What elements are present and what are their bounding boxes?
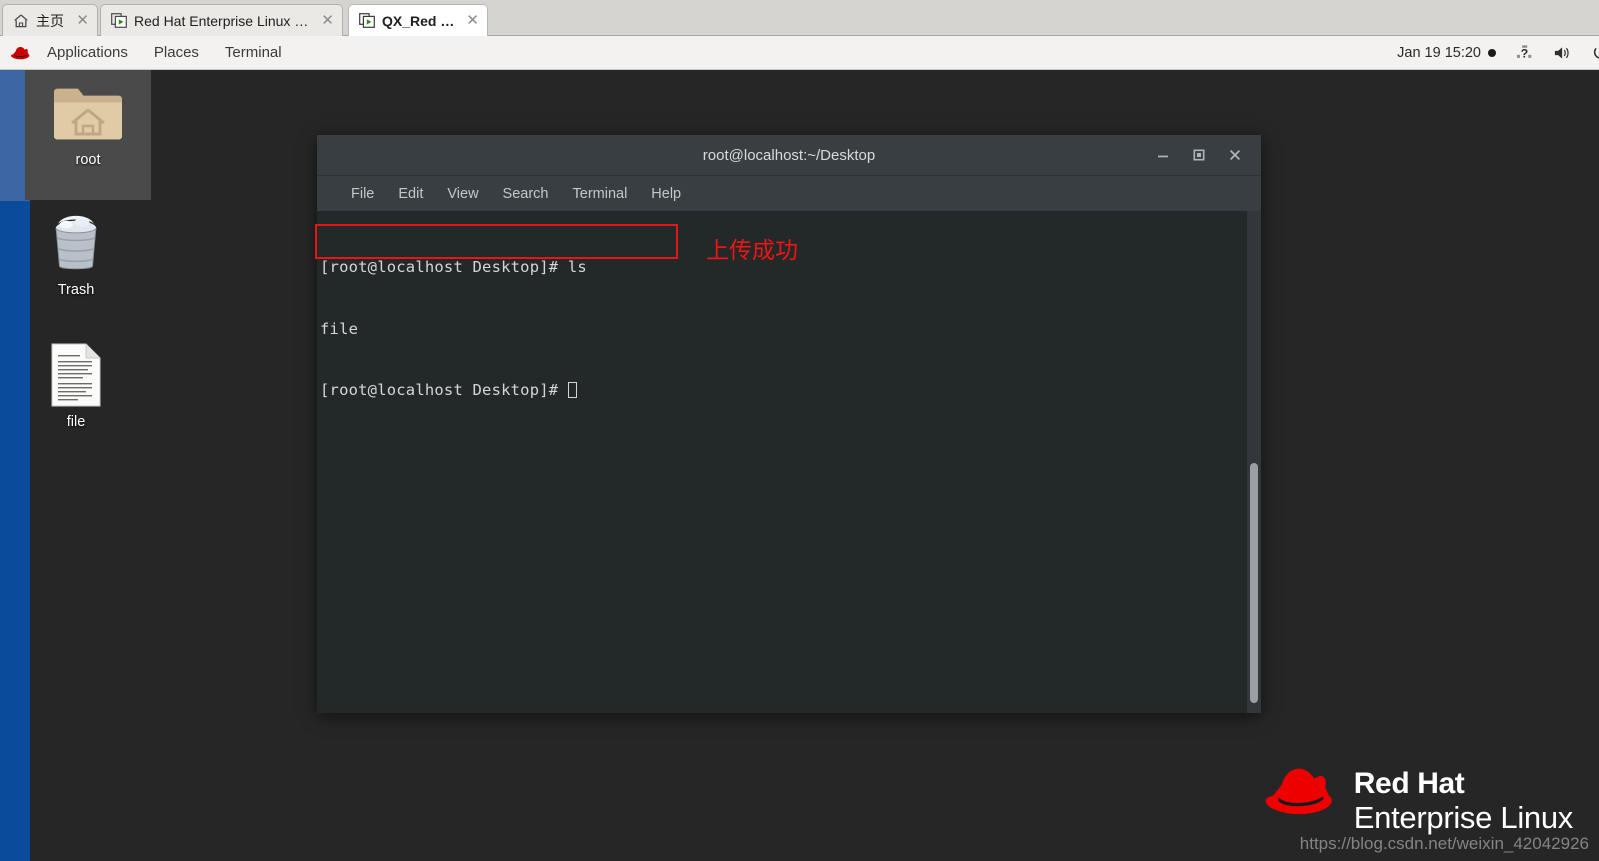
terminal-title-label: root@localhost:~/Desktop <box>702 146 876 164</box>
panel-clock[interactable]: Jan 19 15:20 <box>1387 45 1506 61</box>
screen-root: 主页 ✕ Red Hat Enterprise Linux 8 64 位 ✕ <box>0 0 1599 861</box>
terminal-cursor <box>567 382 577 398</box>
rhel-branding-text: Red Hat Enterprise Linux <box>1353 763 1574 835</box>
terminal-text: [root@localhost Desktop]# ls file [root@… <box>320 216 587 442</box>
terminal-window-controls <box>1155 147 1261 163</box>
terminal-menu-view[interactable]: View <box>435 186 490 202</box>
terminal-scrollbar-track[interactable] <box>1247 211 1261 713</box>
maximize-button[interactable] <box>1191 147 1207 163</box>
desktop-icon-label: Trash <box>57 282 95 298</box>
gnome-top-panel: Applications Places Terminal Jan 19 15:2… <box>0 36 1599 70</box>
terminal-menu-search[interactable]: Search <box>491 186 561 202</box>
panel-right-group: Jan 19 15:20 ? <box>1387 36 1599 69</box>
terminal-menu-bar: File Edit View Search Terminal Help <box>317 176 1261 212</box>
browser-tab-label: 主页 <box>36 12 64 29</box>
terminal-menu-help[interactable]: Help <box>639 186 693 202</box>
terminal-menu-file[interactable]: File <box>339 186 386 202</box>
browser-tab-label: Red Hat Enterprise Linux 8 64 位 <box>134 12 314 29</box>
terminal-scrollbar-thumb[interactable] <box>1250 463 1258 703</box>
desktop-icon-trash[interactable]: Trash <box>25 210 127 298</box>
trash-icon <box>25 210 127 276</box>
desktop-icon-label: file <box>66 414 86 430</box>
desktop-area: root Trash file root@localhost:~/Desktop… <box>0 70 1599 861</box>
redhat-fedora-logo-icon <box>1262 763 1340 824</box>
terminal-window: root@localhost:~/Desktop File Edit View … <box>317 135 1261 713</box>
terminal-title-bar[interactable]: root@localhost:~/Desktop <box>317 135 1261 176</box>
vm-icon <box>359 13 375 28</box>
browser-tab-home[interactable]: 主页 ✕ <box>2 4 98 36</box>
recording-dot-icon <box>1488 48 1496 57</box>
panel-menu-terminal[interactable]: Terminal <box>212 36 295 69</box>
minimize-button[interactable] <box>1155 147 1171 163</box>
rhel-branding: Red Hat Enterprise Linux <box>1262 763 1573 833</box>
document-icon <box>25 342 127 408</box>
browser-tab-close-icon[interactable]: ✕ <box>321 13 334 28</box>
home-icon <box>13 13 29 29</box>
terminal-line: file <box>320 319 359 338</box>
vm-icon <box>111 13 127 28</box>
terminal-line: [root@localhost Desktop]# <box>320 380 587 401</box>
browser-tab-strip: 主页 ✕ Red Hat Enterprise Linux 8 64 位 ✕ <box>0 0 1599 36</box>
svg-text:?: ? <box>1521 47 1529 61</box>
browser-tab-qx-redhat[interactable]: QX_Red Hat ✕ <box>348 4 488 36</box>
browser-tab-label: QX_Red Hat <box>382 12 460 29</box>
panel-menu-applications[interactable]: Applications <box>34 36 141 69</box>
redhat-logo-icon <box>0 45 34 61</box>
terminal-line: [root@localhost Desktop]# ls <box>320 258 587 276</box>
annotation-note: 上传成功 <box>706 238 798 264</box>
help-icon[interactable]: ? <box>1506 36 1543 69</box>
browser-tab-close-icon[interactable]: ✕ <box>466 13 479 28</box>
terminal-output-area[interactable]: [root@localhost Desktop]# ls file [root@… <box>317 211 1261 713</box>
panel-clock-label: Jan 19 15:20 <box>1397 44 1481 61</box>
terminal-menu-edit[interactable]: Edit <box>386 186 435 202</box>
rhel-brand-line2: Enterprise Linux <box>1353 800 1574 835</box>
csdn-watermark: https://blog.csdn.net/weixin_42042926 <box>1299 834 1589 853</box>
desktop-icon-root[interactable]: root <box>25 70 151 200</box>
panel-menu-places[interactable]: Places <box>141 36 212 69</box>
panel-left-group: Applications Places Terminal <box>0 36 295 69</box>
rhel-brand-line1: Red Hat <box>1353 767 1465 800</box>
desktop-icon-file[interactable]: file <box>25 342 127 430</box>
terminal-menu-terminal[interactable]: Terminal <box>561 186 640 202</box>
power-icon[interactable] <box>1582 36 1599 69</box>
browser-tab-close-icon[interactable]: ✕ <box>76 13 89 28</box>
terminal-prompt: [root@localhost Desktop]# <box>320 381 568 399</box>
desktop-icon-label: root <box>75 152 101 168</box>
home-folder-icon <box>25 80 151 146</box>
volume-icon[interactable] <box>1543 36 1582 69</box>
browser-tab-rhel8[interactable]: Red Hat Enterprise Linux 8 64 位 ✕ <box>100 4 343 36</box>
close-button[interactable] <box>1227 147 1243 163</box>
